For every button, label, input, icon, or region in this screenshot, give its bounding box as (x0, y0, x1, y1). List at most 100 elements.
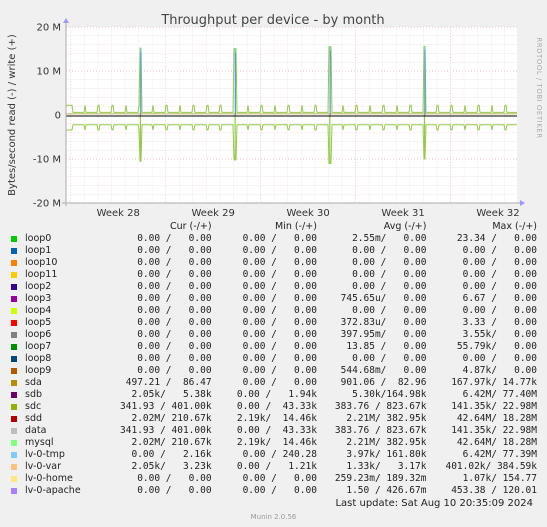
legend-swatch (11, 451, 17, 458)
legend-min: 0.00 / 0.00 (242, 377, 317, 388)
legend-cur: 2.02M/ 210.67k (131, 437, 212, 448)
x-tick-label: Week 30 (286, 208, 329, 219)
legend-name: loop5 (25, 317, 52, 328)
legend-header-cur: Cur (-/+) (169, 221, 212, 232)
legend-swatch (11, 319, 17, 326)
legend-min: 0.00 / 0.00 (242, 245, 317, 256)
legend-cur: 0.00 / 0.00 (137, 245, 212, 256)
x-ticks: Week 28 Week 29 Week 30 Week 31 Week 32 (97, 208, 520, 219)
legend-swatch (11, 355, 17, 362)
y-tick-label: 20 M (36, 23, 61, 34)
generator-label: Munin 2.0.56 (250, 513, 297, 521)
legend-swatch (11, 487, 17, 494)
legend-min: 0.00 / 0.00 (242, 329, 317, 340)
legend-avg: 3.97k/ 161.80k (346, 449, 427, 460)
y-tick-label: -20 M (33, 199, 61, 210)
legend-row: lv-0-home 0.00 / 0.00 0.00 / 0.00 259.23m/ … (11, 473, 537, 485)
side-label: RRDTOOL / TOBI OETIKER (535, 37, 543, 138)
legend-cur: 0.00 / 0.00 (137, 293, 212, 304)
legend-name: loop0 (25, 233, 52, 244)
legend-min: 0.00 / 43.33k (236, 401, 317, 412)
x-tick-label: Week 29 (192, 208, 235, 219)
legend-max: 0.00 / 0.00 (462, 353, 537, 364)
legend-cur: 2.05k/ 5.38k (131, 389, 212, 400)
legend-avg: 259.23m/ 189.32m (334, 473, 427, 484)
legend-avg: 0.00 / 0.00 (352, 269, 427, 280)
legend-swatch (11, 415, 17, 422)
legend-min: 0.00 / 0.00 (242, 317, 317, 328)
legend-name: loop3 (25, 293, 52, 304)
legend-name: lv-0-apache (25, 485, 81, 496)
legend-min: 0.00 / 1.21k (236, 461, 317, 472)
legend-avg: 383.76 / 823.67k (334, 401, 427, 412)
legend-swatch (11, 235, 17, 242)
legend-row: sdd 2.02M/ 210.67k 2.19k/ 14.46k 2.21M/ 382… (11, 413, 537, 425)
legend-row: loop11 0.00 / 0.00 0.00 / 0.00 0.00 / 0.00 0… (11, 269, 537, 281)
legend-swatch (11, 295, 17, 302)
legend-avg: 397.95m/ 0.00 (340, 329, 427, 340)
legend-max: 0.00 / 0.00 (462, 245, 537, 256)
legend-swatch (11, 307, 17, 314)
legend-row: loop10 0.00 / 0.00 0.00 / 0.00 0.00 / 0.00 0… (11, 257, 537, 269)
legend-row: lv-0-var 2.05k/ 3.23k 0.00 / 1.21k 1.33k/ 3… (11, 461, 537, 473)
legend-avg: 5.30k/164.98k (352, 389, 427, 400)
legend-max: 0.00 / 0.00 (462, 257, 537, 268)
y-axis-arrow (63, 18, 69, 23)
legend-swatch (11, 283, 17, 290)
legend-swatch (11, 247, 17, 254)
legend-min: 2.19k/ 14.46k (236, 413, 317, 424)
legend-row: loop7 0.00 / 0.00 0.00 / 0.00 13.85 / 0.00 5… (11, 341, 537, 353)
legend-max: 453.38 / 120.01 (451, 485, 537, 496)
legend-max: 1.07k/ 154.77 (462, 473, 537, 484)
legend-max: 3.33 / 0.00 (462, 317, 537, 328)
legend-cur: 0.00 / 0.00 (137, 365, 212, 376)
legend-avg: 0.00 / 0.00 (352, 353, 427, 364)
legend-avg: 0.00 / 0.00 (352, 281, 427, 292)
legend-min: 0.00 / 43.33k (236, 425, 317, 436)
legend-min: 2.19k/ 14.46k (236, 437, 317, 448)
legend-cur: 341.93 / 401.00k (120, 425, 212, 436)
legend-row: loop9 0.00 / 0.00 0.00 / 0.00 544.68m/ 0.00… (11, 365, 537, 377)
legend-row: loop5 0.00 / 0.00 0.00 / 0.00 372.83u/ 0.00… (11, 317, 537, 329)
legend-row: loop4 0.00 / 0.00 0.00 / 0.00 0.00 / 0.00 0.… (11, 305, 537, 317)
legend-name: mysql (25, 437, 54, 448)
y-axis-label: Bytes/second read (-) / write (+) (7, 34, 18, 196)
legend-max: 55.79k/ 0.00 (456, 341, 537, 352)
legend-min: 0.00 / 0.00 (242, 341, 317, 352)
legend-cur: 497.21 / 86.47 (125, 377, 212, 388)
legend-swatch (11, 391, 17, 398)
x-tick-label: Week 31 (381, 208, 424, 219)
legend-avg: 372.83u/ 0.00 (340, 317, 427, 328)
legend-row: lv-0-apache 0.00 / 0.00 0.00 / 0.00 1.50 / … (11, 485, 537, 497)
legend-max: 42.64M/ 18.28M (456, 437, 537, 448)
legend-swatch (11, 271, 17, 278)
legend-cur: 0.00 / 0.00 (137, 485, 212, 496)
legend-avg: 13.85 / 0.00 (346, 341, 427, 352)
x-tick-label: Week 32 (476, 208, 519, 219)
legend-cur: 2.05k/ 3.23k (131, 461, 212, 472)
legend-min: 0.00 / 0.00 (242, 257, 317, 268)
legend-avg: 2.21M/ 382.95k (346, 437, 427, 448)
legend-header-avg: Avg (-/+) (383, 221, 427, 232)
legend-max: 401.02k/ 384.59k (445, 461, 537, 472)
legend-cur: 0.00 / 0.00 (137, 317, 212, 328)
legend-cur: 0.00 / 0.00 (137, 329, 212, 340)
legend-avg: 2.55m/ 0.00 (352, 233, 427, 244)
legend-row: loop0 0.00 / 0.00 0.00 / 0.00 2.55m/ 0.00 23… (11, 233, 537, 245)
legend-min: 0.00 / 0.00 (242, 281, 317, 292)
legend-swatch (11, 439, 17, 446)
legend-max: 4.87k/ 0.00 (462, 365, 537, 376)
legend-cur: 0.00 / 0.00 (137, 341, 212, 352)
legend-max: 3.55k/ 0.00 (462, 329, 537, 340)
legend-min: 0.00 / 0.00 (242, 305, 317, 316)
legend-avg: 1.50 / 426.67m (346, 485, 427, 496)
legend-max: 6.42M/ 77.39M (462, 449, 537, 460)
legend-name: data (25, 425, 47, 436)
legend-row: sda 497.21 / 86.47 0.00 / 0.00 901.06 / 82.… (11, 377, 537, 389)
legend-name: loop10 (25, 257, 58, 268)
y-tick-label: 10 M (36, 67, 61, 78)
legend-avg: 0.00 / 0.00 (352, 305, 427, 316)
legend-name: lv-0-tmp (25, 449, 65, 460)
legend-swatch (11, 463, 17, 470)
legend-max: 0.00 / 0.00 (462, 281, 537, 292)
